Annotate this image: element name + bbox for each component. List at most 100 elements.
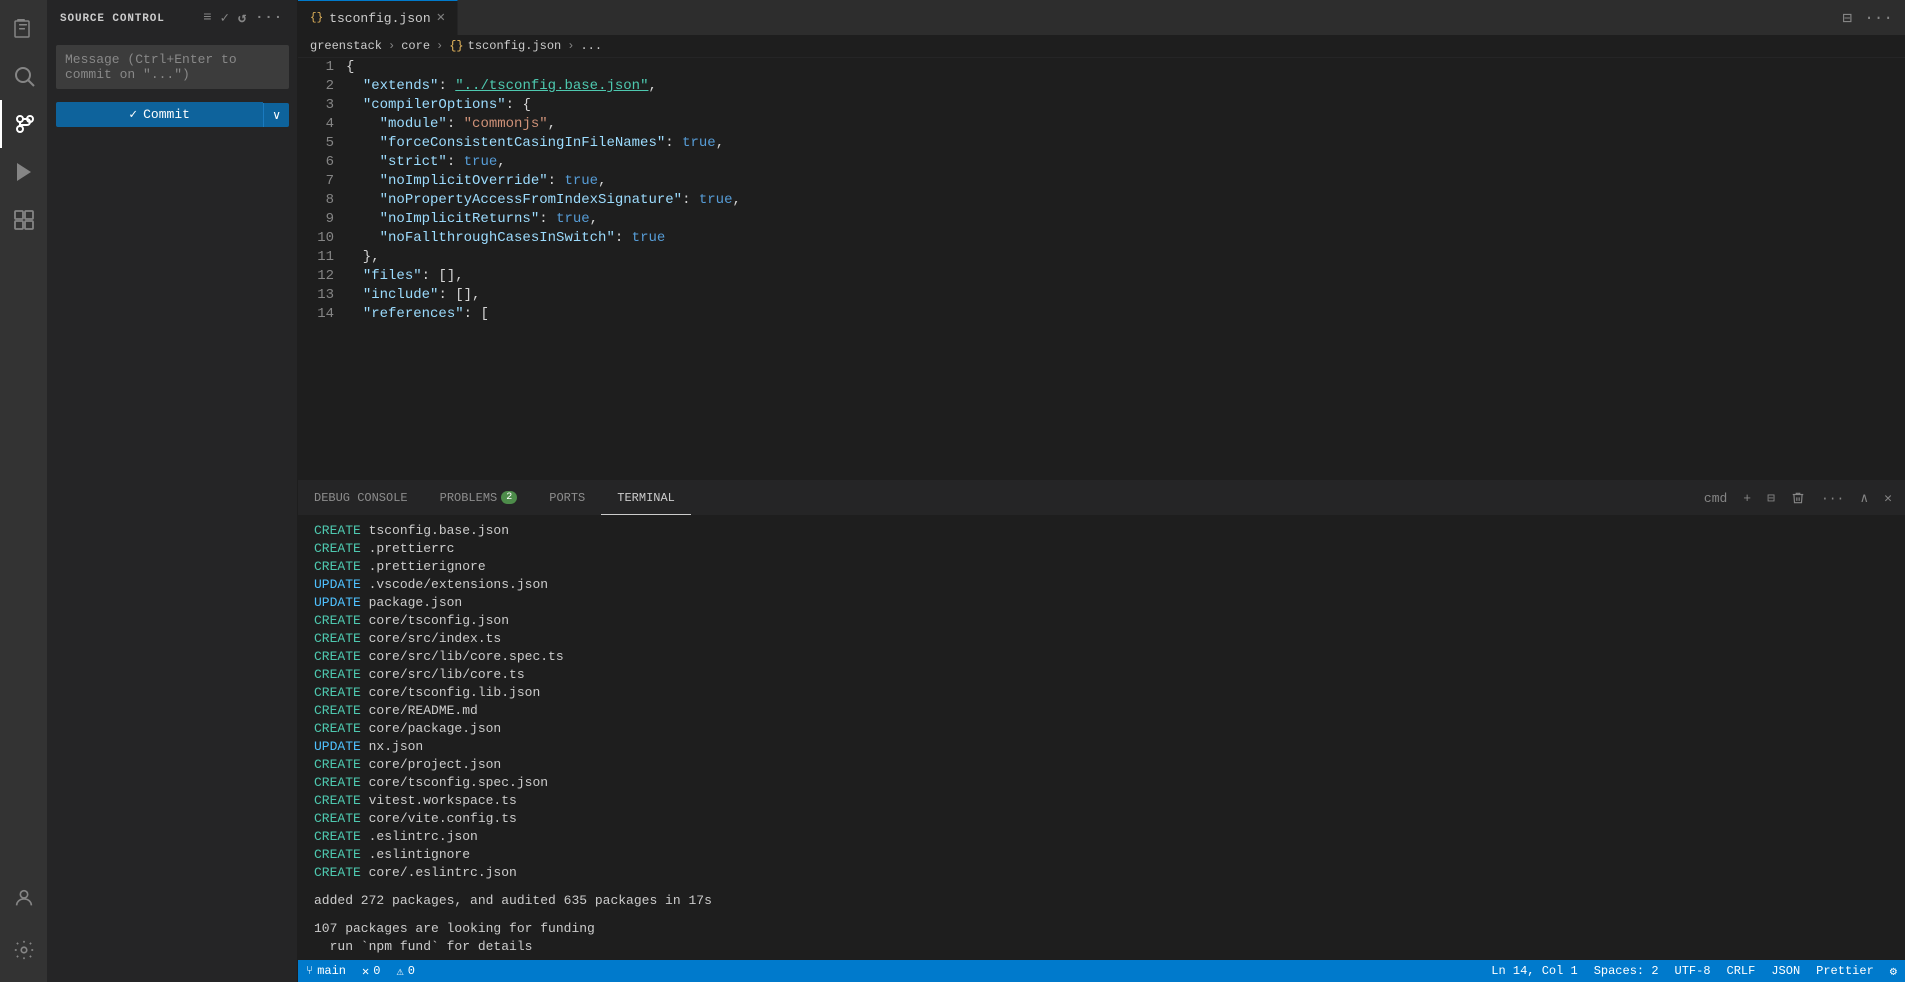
status-branch[interactable]: ⑂ main: [298, 960, 354, 982]
status-eol[interactable]: CRLF: [1719, 960, 1764, 982]
code-line-1: {: [346, 58, 1889, 77]
panel-tab-terminal[interactable]: TERMINAL: [601, 481, 691, 515]
panel-tab-problems[interactable]: PROBLEMS 2: [424, 481, 534, 515]
activity-bar: [0, 0, 48, 982]
sidebar-more-icon[interactable]: ···: [253, 8, 285, 29]
panel-maximize-icon[interactable]: ∧: [1855, 488, 1873, 509]
terminal-line: CREATE vitest.workspace.ts: [314, 792, 1889, 810]
search-icon[interactable]: [0, 52, 48, 100]
terminal-empty-line: [314, 910, 1889, 920]
terminal-line: run `npm fund` for details: [314, 938, 1889, 956]
line-num-2: 2: [306, 77, 334, 96]
terminal-shell-label[interactable]: cmd: [1699, 488, 1732, 509]
line-num-13: 13: [306, 286, 334, 305]
terminal-add-icon[interactable]: +: [1738, 488, 1756, 509]
status-position[interactable]: Ln 14, Col 1: [1483, 960, 1585, 982]
code-line-10: "noFallthroughCasesInSwitch": true: [346, 229, 1889, 248]
code-line-13: "include": [],: [346, 286, 1889, 305]
status-notifications[interactable]: ⚙: [1882, 960, 1905, 982]
warning-icon: ⚠: [396, 964, 403, 979]
code-line-3: "compilerOptions": {: [346, 96, 1889, 115]
terminal-content[interactable]: CREATE tsconfig.base.json CREATE .pretti…: [298, 516, 1905, 960]
eol-label: CRLF: [1727, 964, 1756, 978]
terminal-line: UPDATE .vscode/extensions.json: [314, 576, 1889, 594]
breadcrumb-file[interactable]: {} tsconfig.json: [449, 39, 561, 53]
activity-bar-bottom: [0, 874, 48, 982]
terminal-trash-icon[interactable]: [1786, 488, 1810, 508]
panel-close-icon[interactable]: ✕: [1879, 488, 1897, 509]
sidebar-menu-icon[interactable]: ≡: [201, 8, 214, 29]
breadcrumb-sep-1: ›: [388, 39, 395, 53]
tab-more-icon[interactable]: ···: [1860, 5, 1897, 31]
terminal-line: added 272 packages, and audited 635 pack…: [314, 892, 1889, 910]
terminal-line: UPDATE package.json: [314, 594, 1889, 612]
status-language[interactable]: JSON: [1763, 960, 1808, 982]
terminal-more-icon[interactable]: ···: [1816, 488, 1849, 509]
sidebar-check-icon[interactable]: ✓: [219, 8, 232, 29]
sidebar-refresh-icon[interactable]: ↺: [236, 8, 249, 29]
terminal-line: CREATE .prettierrc: [314, 540, 1889, 558]
tab-close-icon[interactable]: ✕: [437, 11, 445, 25]
commit-button[interactable]: ✓ Commit: [56, 102, 263, 127]
code-line-14: "references": [: [346, 305, 1889, 324]
notifications-icon: ⚙: [1890, 964, 1897, 979]
status-warnings[interactable]: ⚠ 0: [388, 960, 422, 982]
line-num-7: 7: [306, 172, 334, 191]
panel-tab-ports[interactable]: PORTS: [533, 481, 601, 515]
terminal-line: CREATE core/src/index.ts: [314, 630, 1889, 648]
code-line-9: "noImplicitReturns": true,: [346, 210, 1889, 229]
terminal-split-icon[interactable]: ⊟: [1762, 488, 1780, 509]
line-numbers: 1 2 3 4 5 6 7 8 9 10 11 12 13 14: [298, 58, 346, 480]
terminal-line: CREATE core/src/lib/core.ts: [314, 666, 1889, 684]
editor-content: 1 2 3 4 5 6 7 8 9 10 11 12 13 14 { "exte…: [298, 58, 1905, 480]
warning-count: 0: [408, 964, 415, 978]
breadcrumb-sep-2: ›: [436, 39, 443, 53]
terminal-empty-line: [314, 882, 1889, 892]
editor-area[interactable]: 1 2 3 4 5 6 7 8 9 10 11 12 13 14 { "exte…: [298, 58, 1905, 480]
breadcrumb-core[interactable]: core: [401, 39, 430, 53]
breadcrumb-ellipsis[interactable]: ...: [580, 39, 602, 53]
commit-checkmark-icon: ✓: [129, 107, 137, 122]
panel: DEBUG CONSOLE PROBLEMS 2 PORTS TERMINAL …: [298, 480, 1905, 960]
panel-tab-label-debug: DEBUG CONSOLE: [314, 491, 408, 505]
extensions-icon[interactable]: [0, 196, 48, 244]
code-line-5: "forceConsistentCasingInFileNames": true…: [346, 134, 1889, 153]
status-bar: ⑂ main ✕ 0 ⚠ 0 Ln 14, Col 1 Spaces: 2 UT…: [298, 960, 1905, 982]
terminal-shell-name: cmd: [1704, 491, 1727, 506]
panel-tab-label-ports: PORTS: [549, 491, 585, 505]
status-prettier[interactable]: Prettier: [1808, 960, 1882, 982]
source-control-icon[interactable]: [0, 100, 48, 148]
sidebar-header: SOURCE CONTROL ≡ ✓ ↺ ···: [48, 0, 297, 37]
terminal-line: CREATE .eslintrc.json: [314, 828, 1889, 846]
status-right: Ln 14, Col 1 Spaces: 2 UTF-8 CRLF JSON P…: [1483, 960, 1905, 982]
breadcrumb-greenstack[interactable]: greenstack: [310, 39, 382, 53]
code-line-2: "extends": "../tsconfig.base.json",: [346, 77, 1889, 96]
commit-message-input[interactable]: [56, 45, 289, 89]
terminal-line: 107 packages are looking for funding: [314, 920, 1889, 938]
tab-tsconfig-json[interactable]: {} tsconfig.json ✕: [298, 0, 458, 35]
accounts-icon[interactable]: [0, 874, 48, 922]
terminal-line: CREATE core/.eslintrc.json: [314, 864, 1889, 882]
status-spaces[interactable]: Spaces: 2: [1586, 960, 1667, 982]
sidebar: SOURCE CONTROL ≡ ✓ ↺ ··· ✓ Commit ∨: [48, 0, 298, 982]
panel-tab-debug-console[interactable]: DEBUG CONSOLE: [298, 481, 424, 515]
code-line-11: },: [346, 248, 1889, 267]
explorer-icon[interactable]: [0, 4, 48, 52]
status-errors[interactable]: ✕ 0: [354, 960, 388, 982]
line-num-6: 6: [306, 153, 334, 172]
terminal-line: CREATE tsconfig.base.json: [314, 522, 1889, 540]
panel-tabs: DEBUG CONSOLE PROBLEMS 2 PORTS TERMINAL …: [298, 481, 1905, 516]
line-num-8: 8: [306, 191, 334, 210]
settings-icon[interactable]: [0, 926, 48, 974]
run-debug-icon[interactable]: [0, 148, 48, 196]
status-encoding[interactable]: UTF-8: [1667, 960, 1719, 982]
tab-split-icon[interactable]: ⊟: [1839, 4, 1857, 32]
terminal-line: CREATE .eslintignore: [314, 846, 1889, 864]
commit-button-dropdown[interactable]: ∨: [263, 103, 289, 127]
chevron-down-icon: ∨: [272, 108, 281, 122]
code-line-7: "noImplicitOverride": true,: [346, 172, 1889, 191]
line-num-9: 9: [306, 210, 334, 229]
breadcrumb: greenstack › core › {} tsconfig.json › .…: [298, 35, 1905, 58]
git-branch-icon: ⑂: [306, 964, 313, 978]
activity-bar-top: [0, 4, 48, 874]
